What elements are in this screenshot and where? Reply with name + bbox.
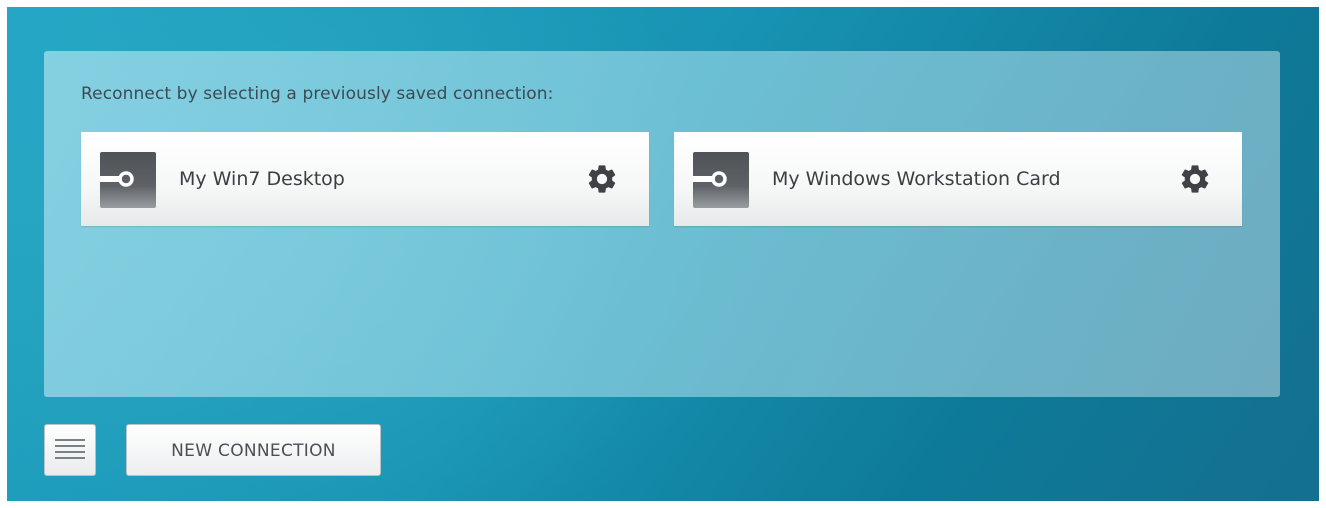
connection-label: My Win7 Desktop xyxy=(179,168,345,190)
new-connection-button[interactable]: NEW CONNECTION xyxy=(126,424,381,476)
menu-button[interactable] xyxy=(44,424,96,476)
gear-icon[interactable] xyxy=(585,162,619,196)
connection-icon xyxy=(100,152,156,208)
connection-icon xyxy=(693,152,749,208)
app-window: Reconnect by selecting a previously save… xyxy=(7,7,1319,501)
connection-card-win7-desktop[interactable]: My Win7 Desktop xyxy=(81,132,649,226)
connection-card-windows-workstation[interactable]: My Windows Workstation Card xyxy=(674,132,1242,226)
saved-connections-panel: Reconnect by selecting a previously save… xyxy=(44,51,1280,397)
connection-label: My Windows Workstation Card xyxy=(772,168,1061,190)
gear-icon[interactable] xyxy=(1178,162,1212,196)
panel-heading: Reconnect by selecting a previously save… xyxy=(81,84,554,104)
